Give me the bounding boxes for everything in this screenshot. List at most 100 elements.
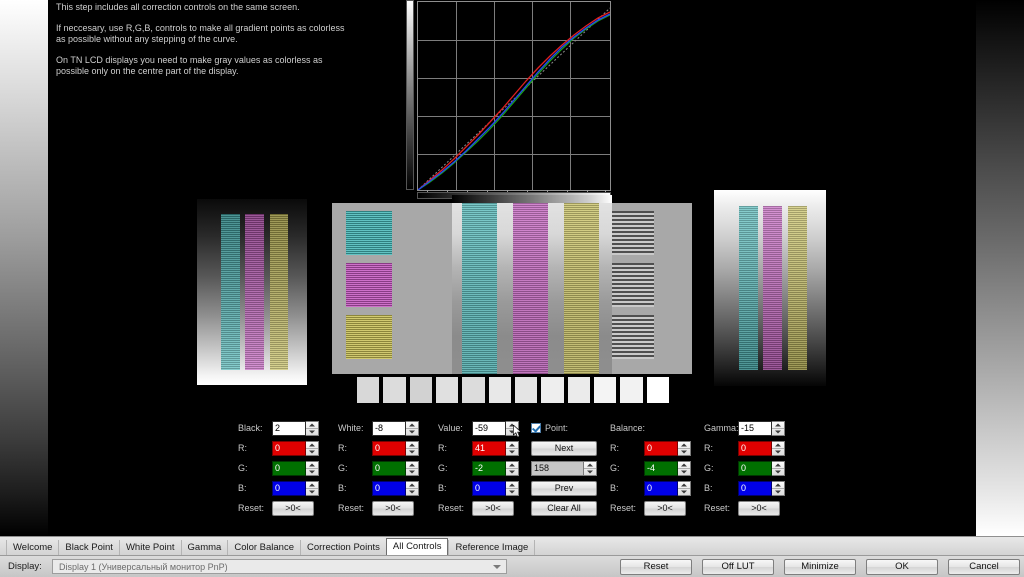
point-index-spinner[interactable]: 158 [531,461,597,476]
value-r-input[interactable]: 41 [472,441,506,456]
down-arrow-icon[interactable] [306,449,318,455]
tab-welcome[interactable]: Welcome [6,540,58,555]
up-arrow-icon[interactable] [506,482,518,489]
down-arrow-icon[interactable] [506,469,518,475]
cancel-button[interactable]: Cancel [948,559,1020,575]
gamma-b-spinner[interactable]: 0 [738,481,785,496]
balance-b-input[interactable]: 0 [644,481,678,496]
white-b-spinner[interactable]: 0 [372,481,419,496]
balance-r-input[interactable]: 0 [644,441,678,456]
value-b-spinner[interactable]: 0 [472,481,519,496]
black-r-spinner[interactable]: 0 [272,441,319,456]
up-arrow-icon[interactable] [406,462,418,469]
up-arrow-icon[interactable] [678,442,690,449]
value-r-stepper[interactable] [506,441,519,456]
balance-g-input[interactable]: -4 [644,461,678,476]
white-spinner[interactable]: -8 [372,421,419,436]
gamma-g-input[interactable]: 0 [738,461,772,476]
down-arrow-icon[interactable] [406,489,418,495]
up-arrow-icon[interactable] [678,482,690,489]
white-r-input[interactable]: 0 [372,441,406,456]
black-g-stepper[interactable] [306,461,319,476]
white-input[interactable]: -8 [372,421,406,436]
black-r-stepper[interactable] [306,441,319,456]
clear-all-button[interactable]: Clear All [531,501,597,516]
black-r-input[interactable]: 0 [272,441,306,456]
reset-button[interactable]: Reset [620,559,692,575]
white-b-stepper[interactable] [406,481,419,496]
gamma-r-spinner[interactable]: 0 [738,441,785,456]
value-input[interactable]: -59 [472,421,506,436]
up-arrow-icon[interactable] [772,422,784,429]
off-lut-button[interactable]: Off LUT [702,559,774,575]
down-arrow-icon[interactable] [772,449,784,455]
balance-r-stepper[interactable] [678,441,691,456]
up-arrow-icon[interactable] [772,462,784,469]
down-arrow-icon[interactable] [406,449,418,455]
graph-plot-area[interactable] [417,1,611,191]
balance-reset-button[interactable]: >0< [644,501,686,516]
down-arrow-icon[interactable] [772,469,784,475]
black-b-spinner[interactable]: 0 [272,481,319,496]
tab-correction-points[interactable]: Correction Points [300,540,386,555]
display-select[interactable]: Display 1 (Универсальный монитор PnP) [52,559,507,574]
tab-gamma[interactable]: Gamma [181,540,228,555]
value-b-input[interactable]: 0 [472,481,506,496]
up-arrow-icon[interactable] [772,482,784,489]
value-g-input[interactable]: -2 [472,461,506,476]
up-arrow-icon[interactable] [772,442,784,449]
down-arrow-icon[interactable] [306,429,318,435]
value-spinner[interactable]: -59 [472,421,519,436]
point-checkbox-wrap[interactable]: Point: [531,423,568,433]
gamma-r-stepper[interactable] [772,441,785,456]
gamma-input[interactable]: -15 [738,421,772,436]
up-arrow-icon[interactable] [406,482,418,489]
chevron-down-icon[interactable] [493,565,501,569]
white-g-stepper[interactable] [406,461,419,476]
gamma-stepper[interactable] [772,421,785,436]
balance-r-spinner[interactable]: 0 [644,441,691,456]
up-arrow-icon[interactable] [306,422,318,429]
up-arrow-icon[interactable] [306,482,318,489]
down-arrow-icon[interactable] [772,489,784,495]
gamma-spinner[interactable]: -15 [738,421,785,436]
down-arrow-icon[interactable] [772,429,784,435]
down-arrow-icon[interactable] [584,469,596,475]
up-arrow-icon[interactable] [406,442,418,449]
black-g-spinner[interactable]: 0 [272,461,319,476]
black-spinner[interactable]: 2 [272,421,319,436]
black-b-input[interactable]: 0 [272,481,306,496]
black-input[interactable]: 2 [272,421,306,436]
white-g-spinner[interactable]: 0 [372,461,419,476]
gamma-g-spinner[interactable]: 0 [738,461,785,476]
gamma-reset-button[interactable]: >0< [738,501,780,516]
balance-g-stepper[interactable] [678,461,691,476]
down-arrow-icon[interactable] [306,469,318,475]
value-g-stepper[interactable] [506,461,519,476]
tab-color-balance[interactable]: Color Balance [227,540,300,555]
gamma-g-stepper[interactable] [772,461,785,476]
balance-b-spinner[interactable]: 0 [644,481,691,496]
value-reset-button[interactable]: >0< [472,501,514,516]
value-g-spinner[interactable]: -2 [472,461,519,476]
white-g-input[interactable]: 0 [372,461,406,476]
white-r-spinner[interactable]: 0 [372,441,419,456]
black-reset-button[interactable]: >0< [272,501,314,516]
up-arrow-icon[interactable] [584,462,596,469]
down-arrow-icon[interactable] [678,489,690,495]
up-arrow-icon[interactable] [506,462,518,469]
up-arrow-icon[interactable] [678,462,690,469]
tab-white-point[interactable]: White Point [119,540,181,555]
point-index-stepper[interactable] [584,461,597,476]
up-arrow-icon[interactable] [506,442,518,449]
black-g-input[interactable]: 0 [272,461,306,476]
point-checkbox[interactable] [531,423,541,433]
white-stepper[interactable] [406,421,419,436]
black-b-stepper[interactable] [306,481,319,496]
down-arrow-icon[interactable] [678,469,690,475]
point-index-input[interactable]: 158 [531,461,584,476]
gamma-r-input[interactable]: 0 [738,441,772,456]
down-arrow-icon[interactable] [506,449,518,455]
white-r-stepper[interactable] [406,441,419,456]
down-arrow-icon[interactable] [306,489,318,495]
